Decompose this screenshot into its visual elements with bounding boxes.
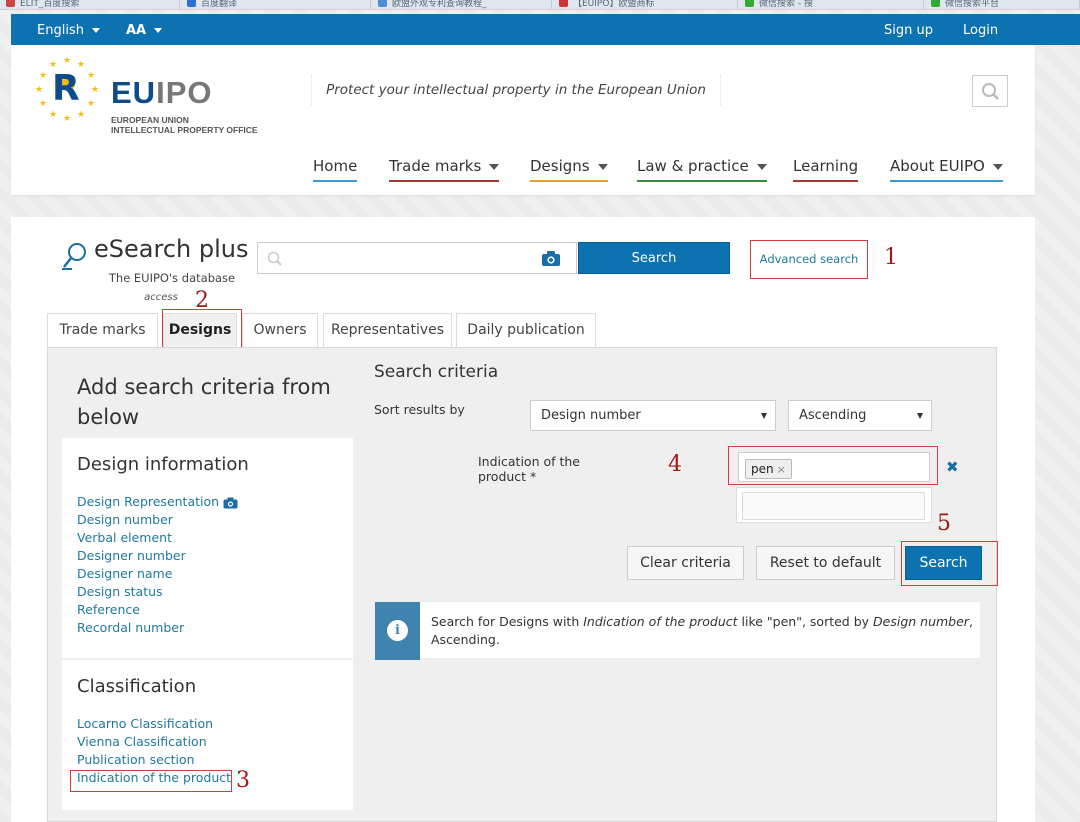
criteria-link-designer-number[interactable]: Designer number bbox=[77, 547, 338, 565]
annotation-highlight-box bbox=[901, 541, 998, 586]
criteria-link-design-number[interactable]: Design number bbox=[77, 511, 338, 529]
favicon-icon bbox=[745, 0, 754, 7]
section-title: Classification bbox=[77, 676, 197, 697]
advanced-search-link[interactable]: Advanced search bbox=[750, 240, 868, 279]
reset-to-default-button[interactable]: Reset to default bbox=[756, 546, 895, 580]
criteria-link-recordal-number[interactable]: Recordal number bbox=[77, 619, 338, 637]
criteria-link-reference[interactable]: Reference bbox=[77, 601, 338, 619]
info-icon: i bbox=[387, 620, 408, 641]
browser-tab[interactable]: 微信搜索平台 bbox=[925, 0, 1080, 9]
clear-criteria-button[interactable]: Clear criteria bbox=[627, 546, 744, 580]
nav-item-designs[interactable]: Designs bbox=[530, 157, 608, 182]
criteria-link-design-status[interactable]: Design status bbox=[77, 583, 338, 601]
annotation-highlight-box bbox=[70, 770, 232, 792]
criteria-sidebar: Add search criteria from below Design in… bbox=[62, 362, 353, 822]
font-size-selector[interactable]: AA bbox=[126, 14, 163, 45]
caret-down-icon bbox=[597, 163, 608, 170]
tab-trade-marks[interactable]: Trade marks bbox=[47, 313, 158, 347]
favicon-icon bbox=[559, 0, 568, 7]
indication-label: Indication of the product * bbox=[478, 454, 581, 484]
search-icon bbox=[982, 83, 999, 100]
search-icon bbox=[267, 251, 282, 266]
nav-item-about-euipo[interactable]: About EUIPO bbox=[890, 157, 1003, 182]
annotation-highlight-box bbox=[162, 309, 242, 352]
annotation-number: 1 bbox=[884, 245, 898, 270]
search-summary-info: i Search for Designs with Indication of … bbox=[374, 601, 981, 660]
criteria-link-vienna[interactable]: Vienna Classification bbox=[77, 733, 338, 751]
nav-item-home[interactable]: Home bbox=[313, 157, 358, 182]
language-selector[interactable]: English bbox=[37, 14, 100, 45]
main-search-input[interactable] bbox=[257, 242, 577, 274]
dropdown-search-input[interactable] bbox=[742, 492, 925, 520]
camera-icon bbox=[223, 497, 238, 508]
tab-owners[interactable]: Owners bbox=[242, 313, 318, 347]
criteria-link-designer-name[interactable]: Designer name bbox=[77, 565, 338, 583]
section-title: Design information bbox=[77, 454, 249, 475]
sort-label: Sort results by bbox=[374, 402, 465, 417]
browser-tab[interactable]: 【EUIPO】欧盟商标 bbox=[553, 0, 738, 9]
header-search-button[interactable] bbox=[972, 75, 1008, 107]
search-content-area: Add search criteria from below Design in… bbox=[47, 347, 998, 822]
top-utility-bar: English AA Sign up Login bbox=[11, 14, 1035, 45]
euipo-logo[interactable]: ★ ★ ★ ★ ★ ★ ★ ★ ★ ★ ★ ★ R EUIPO EUROPEAN… bbox=[35, 57, 285, 136]
signup-link[interactable]: Sign up bbox=[884, 14, 933, 45]
camera-icon[interactable] bbox=[541, 250, 561, 267]
caret-down-icon bbox=[154, 28, 163, 33]
favicon-icon bbox=[6, 0, 15, 7]
annotation-number: 3 bbox=[236, 768, 250, 793]
favicon-icon bbox=[187, 0, 196, 7]
annotation-number: 4 bbox=[668, 452, 682, 477]
browser-tab-strip: ELIT_百度搜索 百度翻译 欧盟外观专利查询教程_ 【EUIPO】欧盟商标 微… bbox=[0, 0, 1080, 10]
main-search-button[interactable]: Search bbox=[578, 242, 730, 274]
login-link[interactable]: Login bbox=[963, 14, 998, 45]
criteria-link-design-representation[interactable]: Design Representation bbox=[77, 493, 338, 511]
criteria-heading: Add search criteria from below bbox=[77, 375, 331, 429]
tab-daily-publication[interactable]: Daily publication bbox=[456, 313, 596, 347]
nav-item-learning[interactable]: Learning bbox=[793, 157, 859, 182]
esearch-title: eSearch plus bbox=[94, 235, 249, 263]
search-criteria-title: Search criteria bbox=[374, 362, 499, 382]
logo-wordmark: EUIPO bbox=[111, 75, 213, 110]
favicon-icon bbox=[378, 0, 387, 7]
sort-order-select[interactable]: Ascending bbox=[788, 400, 932, 431]
esearch-subtitle-2: access bbox=[144, 292, 178, 303]
top-bar-extension bbox=[1035, 14, 1080, 45]
esearch-subtitle: The EUIPO's database bbox=[108, 271, 236, 285]
caret-down-icon bbox=[756, 163, 767, 170]
main-navigation: Home Trade marks Designs Law & practice … bbox=[11, 147, 1035, 187]
browser-tab[interactable]: 欧盟外观专利查询教程_ bbox=[372, 0, 552, 9]
browser-tab[interactable]: 百度翻译 bbox=[181, 0, 371, 9]
site-header: ★ ★ ★ ★ ★ ★ ★ ★ ★ ★ ★ ★ R EUIPO EUROPEAN… bbox=[11, 45, 1035, 195]
tag-suggestion-dropdown bbox=[736, 487, 932, 523]
search-summary-text: Search for Designs with Indication of th… bbox=[431, 614, 973, 647]
sort-field-select[interactable]: Design number bbox=[530, 400, 776, 431]
criteria-link-locarno[interactable]: Locarno Classification bbox=[77, 715, 338, 733]
caret-down-icon bbox=[489, 163, 500, 170]
logo-r-mark: R bbox=[52, 68, 80, 109]
nav-item-law-practice[interactable]: Law & practice bbox=[637, 157, 767, 182]
caret-down-icon bbox=[91, 28, 100, 33]
design-information-section: Design information Design Representation… bbox=[62, 438, 353, 658]
remove-criteria-icon[interactable]: ✖ bbox=[946, 458, 959, 476]
site-tagline: Protect your intellectual property in th… bbox=[311, 75, 721, 105]
tab-representatives[interactable]: Representatives bbox=[323, 313, 452, 347]
info-icon-panel: i bbox=[375, 602, 420, 660]
criteria-link-verbal-element[interactable]: Verbal element bbox=[77, 529, 338, 547]
caret-down-icon bbox=[992, 163, 1003, 170]
favicon-icon bbox=[931, 0, 940, 7]
browser-tab[interactable]: 微信搜索 - 搜 bbox=[739, 0, 924, 9]
nav-item-trade-marks[interactable]: Trade marks bbox=[389, 157, 500, 182]
annotation-number: 5 bbox=[937, 511, 951, 536]
criteria-link-publication-section[interactable]: Publication section bbox=[77, 751, 338, 769]
magnifier-logo-icon bbox=[62, 243, 86, 270]
main-panel: eSearch plus The EUIPO's database access… bbox=[11, 217, 1035, 822]
caret-down-icon bbox=[917, 413, 923, 419]
annotation-highlight-box bbox=[728, 446, 938, 485]
browser-tab[interactable]: ELIT_百度搜索 bbox=[0, 0, 180, 9]
logo-subtitle: EUROPEAN UNION INTELLECTUAL PROPERTY OFFI… bbox=[111, 115, 258, 135]
search-criteria-panel: Search criteria Sort results by Design n… bbox=[374, 362, 998, 822]
caret-down-icon bbox=[761, 413, 767, 419]
